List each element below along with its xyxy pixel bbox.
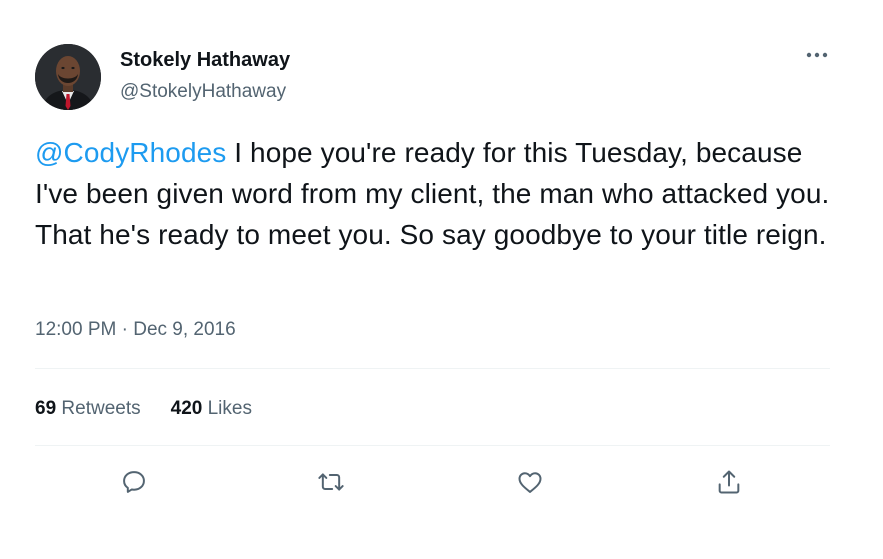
retweets-stat[interactable]: 69 Retweets: [35, 397, 141, 421]
likes-stat[interactable]: 420 Likes: [171, 397, 252, 421]
more-options-button[interactable]: [800, 42, 834, 68]
retweets-count: 69: [35, 398, 57, 419]
user-handle[interactable]: @StokelyHathaway: [120, 80, 290, 104]
heart-icon: [518, 472, 542, 493]
tweet-card: Stokely Hathaway @StokelyHathaway @CodyR…: [0, 0, 883, 559]
retweets-label: Retweets: [56, 398, 141, 419]
meta-separator: ·: [116, 319, 134, 340]
retweet-icon: [318, 473, 344, 491]
tweet-timestamp[interactable]: 12:00 PM · Dec 9, 2016: [35, 318, 236, 342]
retweet-button[interactable]: [315, 466, 347, 498]
author-block[interactable]: Stokely Hathaway @StokelyHathaway: [120, 48, 290, 104]
tweet-time: 12:00 PM: [35, 319, 117, 340]
mention-link[interactable]: @CodyRhodes: [35, 137, 226, 168]
more-dots-icon: [806, 52, 828, 58]
likes-count: 420: [170, 398, 203, 419]
tweet-text: @CodyRhodes I hope you're ready for this…: [35, 132, 835, 255]
action-bar: [0, 466, 883, 502]
display-name[interactable]: Stokely Hathaway: [120, 48, 290, 72]
likes-label: Likes: [202, 398, 252, 419]
reply-button[interactable]: [118, 466, 150, 498]
share-icon: [718, 470, 740, 494]
avatar[interactable]: [35, 44, 101, 110]
divider: [35, 445, 830, 446]
reply-icon: [123, 471, 145, 493]
share-button[interactable]: [713, 466, 745, 498]
tweet-stats: 69 Retweets 420 Likes: [35, 397, 252, 421]
divider: [35, 368, 830, 369]
avatar-photo-icon: [35, 44, 101, 110]
like-button[interactable]: [514, 466, 546, 498]
tweet-date: Dec 9, 2016: [133, 319, 236, 340]
